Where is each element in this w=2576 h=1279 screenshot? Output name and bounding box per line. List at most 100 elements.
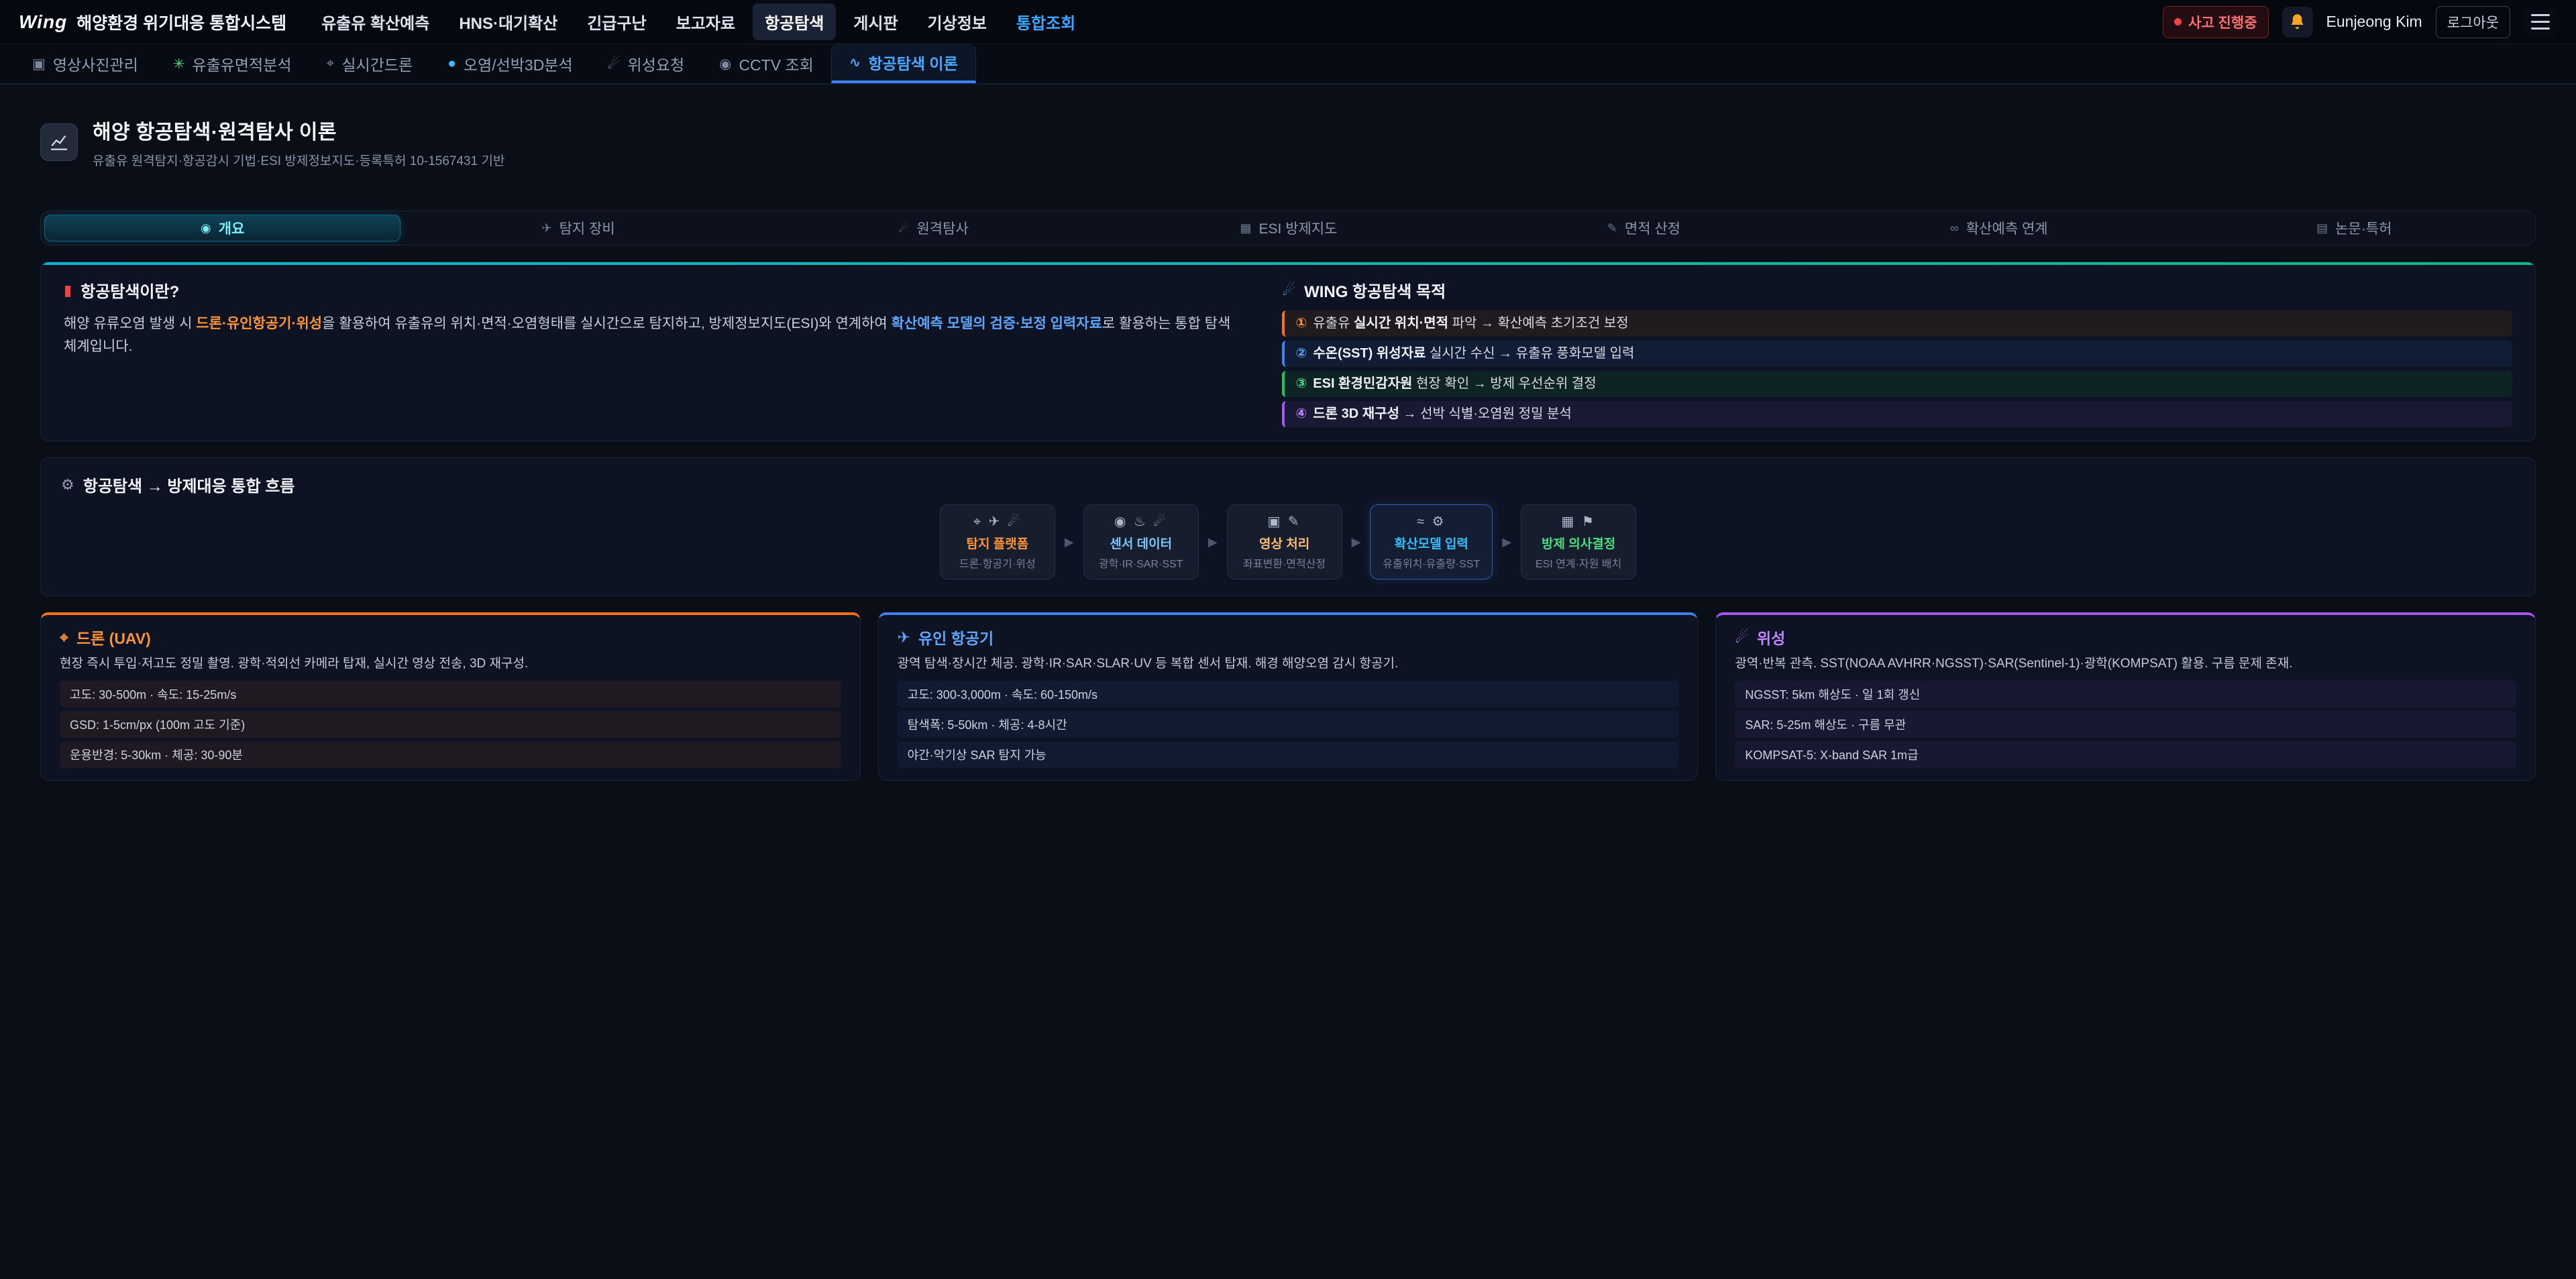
spec-row: 탐색폭: 5-50km · 체공: 4-8시간: [898, 711, 1679, 738]
purpose-text: 현장 확인 → 방제 우선순위 결정: [1412, 376, 1596, 391]
tab-remote-sensing[interactable]: ☄ 원격탐사: [756, 215, 1111, 241]
purpose-bold: 실시간 위치·면적: [1354, 316, 1448, 331]
purpose-number: ③: [1295, 376, 1307, 391]
platform-card-drone: ⌖ 드론 (UAV) 현장 즉시 투입·저고도 정밀 촬영. 광학·적외선 카메…: [40, 612, 861, 781]
notifications-button[interactable]: [2282, 7, 2313, 38]
spec-row: KOMPSAT-5: X-band SAR 1m급: [1735, 741, 2516, 768]
flow-step-image-processing: ▣ ✎ 영상 처리 좌표변환·면적산정: [1227, 504, 1342, 579]
subnav-item-pollution-ship-3d[interactable]: ● 오염/선박3D분석: [430, 44, 590, 83]
spec-row: SAR: 5-25m 해상도 · 구름 무관: [1735, 711, 2516, 738]
platform-card-satellite: ☄ 위성 광역·반복 관측. SST(NOAA AVHRR·NGSST)·SAR…: [1715, 612, 2536, 781]
flow-step-response-decision: ▦ ⚑ 방제 의사결정 ESI 연계·자원 배치: [1521, 504, 1636, 579]
tab-papers-patents[interactable]: ▤ 논문·특허: [2177, 215, 2532, 241]
subnav-label: 위성요청: [627, 52, 684, 75]
topnav-item-emergency-rescue[interactable]: 긴급구난: [575, 3, 658, 40]
subnav-label: 오염/선박3D분석: [464, 52, 573, 75]
purpose-bold: 수온(SST) 위성자료: [1313, 346, 1426, 361]
purpose-text: → 선박 식별·오염원 정밀 분석: [1399, 406, 1572, 421]
topnav-item-board[interactable]: 게시판: [841, 3, 910, 40]
flow-diagram: ⌖ ✈ ☄ 탐지 플랫폼 드론·항공기·위성 ▶ ◉ ♨ ☄ 센서 데이터 광학…: [61, 504, 2515, 579]
purpose-number: ②: [1295, 346, 1307, 361]
subnav-item-aerial-theory[interactable]: ∿ 항공탐색 이론: [831, 44, 976, 83]
page-subtitle: 유출유 원격탐지·항공감시 기법·ESI 방제정보지도·등록특허 10-1567…: [93, 151, 504, 169]
heading-label: 항공탐색 → 방제대응 통합 흐름: [83, 473, 295, 496]
card-title: 위성: [1757, 626, 1785, 649]
purpose-item-sst: ②수온(SST) 위성자료 실시간 수신 → 유출유 풍화모델 입력: [1282, 341, 2512, 367]
incident-dot-icon: [2174, 18, 2182, 25]
purpose-list: ①유출유 실시간 위치·면적 파악 → 확산예측 초기조건 보정 ②수온(SST…: [1282, 311, 2512, 427]
sub-navigation: ▣ 영상사진관리 ✳ 유출유면적분석 ⌖ 실시간드론 ● 오염/선박3D분석 ☄…: [0, 44, 2576, 85]
heading-label: WING 항공탐색 목적: [1304, 278, 1446, 302]
topnav-item-spill-prediction[interactable]: 유출유 확산예측: [309, 3, 441, 40]
aircraft-icon: ✈: [898, 628, 910, 647]
subnav-item-satellite-request[interactable]: ☄ 위성요청: [590, 44, 702, 83]
arrow-right-icon: ▶: [1502, 535, 1511, 549]
wing-purpose-column: ☄ WING 항공탐색 목적 ①유출유 실시간 위치·면적 파악 → 확산예측 …: [1282, 278, 2512, 427]
chart-icon: ∿: [849, 54, 861, 71]
satellite-spec-rows: NGSST: 5km 해상도 · 일 1회 갱신 SAR: 5-25m 해상도 …: [1735, 681, 2516, 768]
wing-purpose-heading: ☄ WING 항공탐색 목적: [1282, 278, 2512, 302]
model-input-icons: ≈ ⚙: [1383, 513, 1480, 530]
book-icon: ▮: [64, 282, 72, 299]
tab-overview[interactable]: ◉ 개요: [44, 215, 400, 241]
purpose-text: 파악 → 확산예측 초기조건 보정: [1448, 316, 1629, 331]
subnav-item-oil-area-analysis[interactable]: ✳ 유출유면적분석: [156, 44, 309, 83]
topnav-item-integrated-search[interactable]: 통합조회: [1004, 3, 1087, 40]
aircraft-card-heading: ✈ 유인 항공기: [898, 626, 1679, 649]
flow-step-platforms: ⌖ ✈ ☄ 탐지 플랫폼 드론·항공기·위성: [940, 504, 1055, 579]
incident-badge-label: 사고 진행중: [2188, 12, 2257, 32]
highlight-model-input: 확산예측 모델의 검증·보정 입력자료: [892, 316, 1102, 331]
satellite-card-heading: ☄ 위성: [1735, 626, 2516, 649]
top-navigation: 유출유 확산예측 HNS·대기확산 긴급구난 보고자료 항공탐색 게시판 기상정…: [309, 3, 1087, 40]
what-is-aerial-search-column: ▮ 항공탐색이란? 해양 유류오염 발생 시 드론·유인항공기·위성을 활용하여…: [64, 278, 1235, 427]
purpose-text: 유출유: [1313, 316, 1354, 331]
section-tab-bar: ◉ 개요 ✈ 탐지 장비 ☄ 원격탐사 ▦ ESI 방제지도 ✎ 면적 산정 ∞…: [40, 211, 2536, 245]
cctv-icon: ◉: [719, 56, 731, 72]
card-title: 유인 항공기: [918, 626, 994, 649]
brand-title: 해양환경 위기대응 통합시스템: [76, 10, 286, 34]
satellite-icon: ☄: [608, 56, 621, 72]
image-icon: ▣: [32, 56, 46, 72]
brand[interactable]: Wing 해양환경 위기대응 통합시스템: [19, 10, 286, 34]
hamburger-menu-icon[interactable]: [2524, 7, 2557, 37]
arrow-right-icon: ▶: [1065, 535, 1074, 549]
ship-3d-icon: ●: [447, 56, 456, 72]
subnav-item-realtime-drone[interactable]: ⌖ 실시간드론: [309, 44, 431, 83]
tab-area-calculation[interactable]: ✎ 면적 산정: [1466, 215, 1821, 241]
arrow-right-icon: ▶: [1352, 535, 1361, 549]
text-fragment: 을 활용하여 유출유의 위치·면적·오염형태를 실시간으로 탐지하고, 방제정보…: [322, 316, 892, 331]
tab-detection-equipment[interactable]: ✈ 탐지 장비: [400, 215, 755, 241]
brand-logo: Wing: [19, 11, 67, 33]
flow-heading: ⚙ 항공탐색 → 방제대응 통합 흐름: [61, 473, 2515, 496]
tab-label: 원격탐사: [916, 218, 968, 238]
purpose-item-drone-3d: ④드론 3D 재구성 → 선박 식별·오염원 정밀 분석: [1282, 401, 2512, 427]
tab-esi-map[interactable]: ▦ ESI 방제지도: [1111, 215, 1466, 241]
satellite-icon: ☄: [1735, 628, 1749, 647]
overview-section: ▮ 항공탐색이란? 해양 유류오염 발생 시 드론·유인항공기·위성을 활용하여…: [40, 262, 2536, 441]
logout-button[interactable]: 로그아웃: [2436, 6, 2510, 38]
aircraft-card-description: 광역 탐색·장시간 체공. 광학·IR·SAR·SLAR·UV 등 복합 센서 …: [898, 655, 1679, 673]
incident-status-badge[interactable]: 사고 진행중: [2163, 6, 2268, 38]
spec-row: 고도: 300-3,000m · 속도: 60-150m/s: [898, 681, 1679, 708]
topnav-item-aerial-search[interactable]: 항공탐색: [753, 3, 836, 40]
flow-step-title: 확산모델 입력: [1383, 534, 1480, 552]
topnav-item-hns-dispersion[interactable]: HNS·대기확산: [447, 3, 570, 40]
subnav-item-cctv[interactable]: ◉ CCTV 조회: [702, 44, 831, 83]
pencil-icon: ✎: [1607, 221, 1617, 235]
flow-step-title: 영상 처리: [1240, 534, 1330, 552]
tab-prediction-link[interactable]: ∞ 확산예측 연계: [1821, 215, 2176, 241]
topnav-item-reports[interactable]: 보고자료: [664, 3, 747, 40]
purpose-bold: 드론 3D 재구성: [1313, 406, 1399, 421]
subnav-item-image-management[interactable]: ▣ 영상사진관리: [15, 44, 156, 83]
map-icon: ▦: [1240, 221, 1251, 235]
tab-label: 논문·특허: [2335, 218, 2392, 238]
top-bar: Wing 해양환경 위기대응 통합시스템 유출유 확산예측 HNS·대기확산 긴…: [0, 0, 2576, 44]
platform-cards-section: ⌖ 드론 (UAV) 현장 즉시 투입·저고도 정밀 촬영. 광학·적외선 카메…: [40, 612, 2536, 781]
gear-icon: ⚙: [61, 476, 74, 494]
tab-label: 탐지 장비: [559, 218, 615, 238]
subnav-label: 항공탐색 이론: [868, 51, 957, 74]
purpose-bold: ESI 환경민감자원: [1313, 376, 1412, 391]
user-name: Eunjeong Kim: [2326, 13, 2422, 31]
page-title-chart-icon: [40, 123, 78, 161]
topnav-item-weather[interactable]: 기상정보: [916, 3, 999, 40]
